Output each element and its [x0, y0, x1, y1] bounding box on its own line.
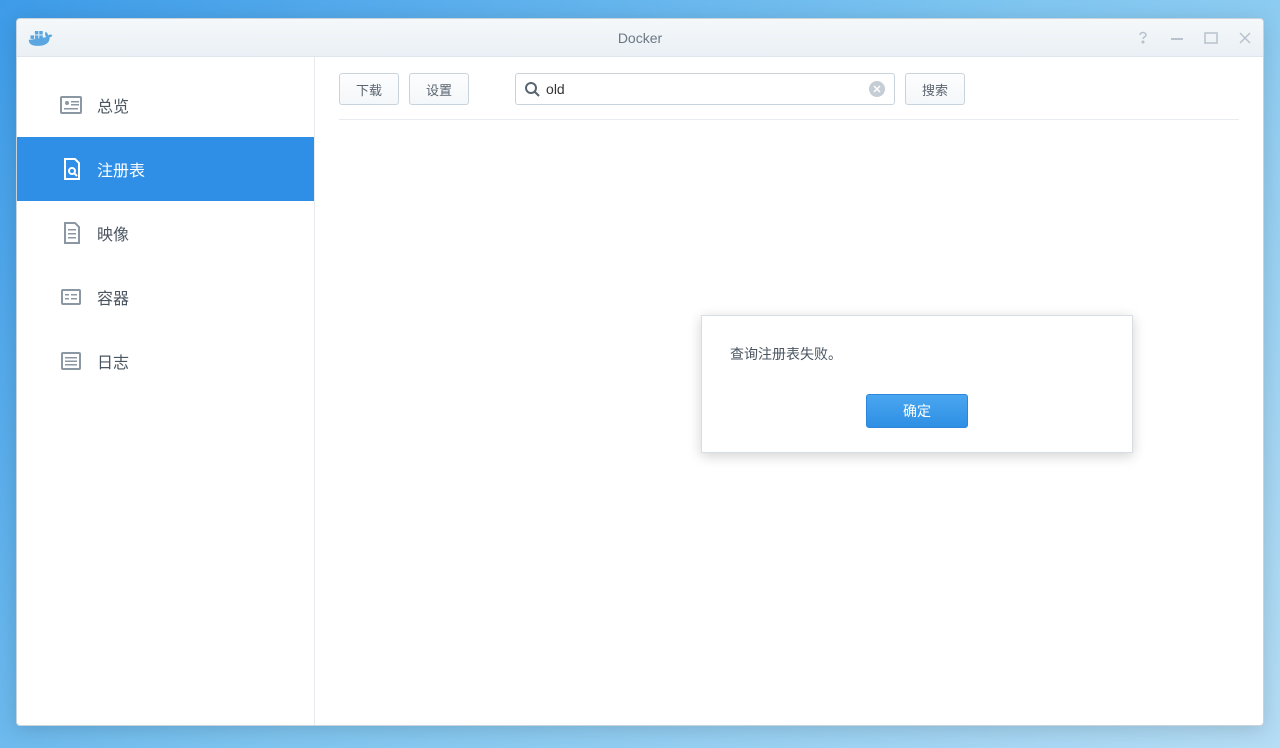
window-title: Docker: [618, 30, 662, 46]
docker-whale-icon: [27, 28, 55, 48]
search-input[interactable]: [546, 81, 868, 97]
close-icon[interactable]: [1235, 28, 1255, 48]
registry-icon: [59, 157, 83, 181]
sidebar-item-label: 映像: [97, 221, 129, 245]
search-button[interactable]: 搜索: [905, 73, 965, 105]
sidebar: 总览 注册表 映像 容器: [17, 57, 315, 725]
sidebar-item-registry[interactable]: 注册表: [17, 137, 314, 201]
containers-icon: [59, 285, 83, 309]
titlebar: Docker: [17, 19, 1263, 57]
dialog-buttons: 确定: [730, 394, 1104, 428]
logs-icon: [59, 349, 83, 373]
download-button[interactable]: 下载: [339, 73, 399, 105]
sidebar-item-label: 注册表: [97, 157, 145, 181]
minimize-icon[interactable]: [1167, 28, 1187, 48]
toolbar: 下载 设置 搜索: [339, 73, 1239, 120]
dialog-message: 查询注册表失败。: [730, 344, 1104, 364]
sidebar-item-label: 总览: [97, 93, 129, 117]
app-window: Docker 总览: [16, 18, 1264, 726]
window-controls: [1133, 28, 1255, 48]
images-icon: [59, 221, 83, 245]
sidebar-item-label: 日志: [97, 349, 129, 373]
main-panel: 下载 设置 搜索 查询注册表失败。 确定: [315, 57, 1263, 725]
dialog-ok-button[interactable]: 确定: [866, 394, 968, 428]
maximize-icon[interactable]: [1201, 28, 1221, 48]
window-body: 总览 注册表 映像 容器: [17, 57, 1263, 725]
sidebar-item-overview[interactable]: 总览: [17, 73, 314, 137]
error-dialog: 查询注册表失败。 确定: [701, 315, 1133, 453]
sidebar-item-containers[interactable]: 容器: [17, 265, 314, 329]
search-icon: [524, 81, 540, 97]
settings-button[interactable]: 设置: [409, 73, 469, 105]
help-icon[interactable]: [1133, 28, 1153, 48]
clear-search-icon[interactable]: [868, 80, 886, 98]
overview-icon: [59, 93, 83, 117]
sidebar-item-logs[interactable]: 日志: [17, 329, 314, 393]
sidebar-item-images[interactable]: 映像: [17, 201, 314, 265]
sidebar-item-label: 容器: [97, 285, 129, 309]
search-box[interactable]: [515, 73, 895, 105]
